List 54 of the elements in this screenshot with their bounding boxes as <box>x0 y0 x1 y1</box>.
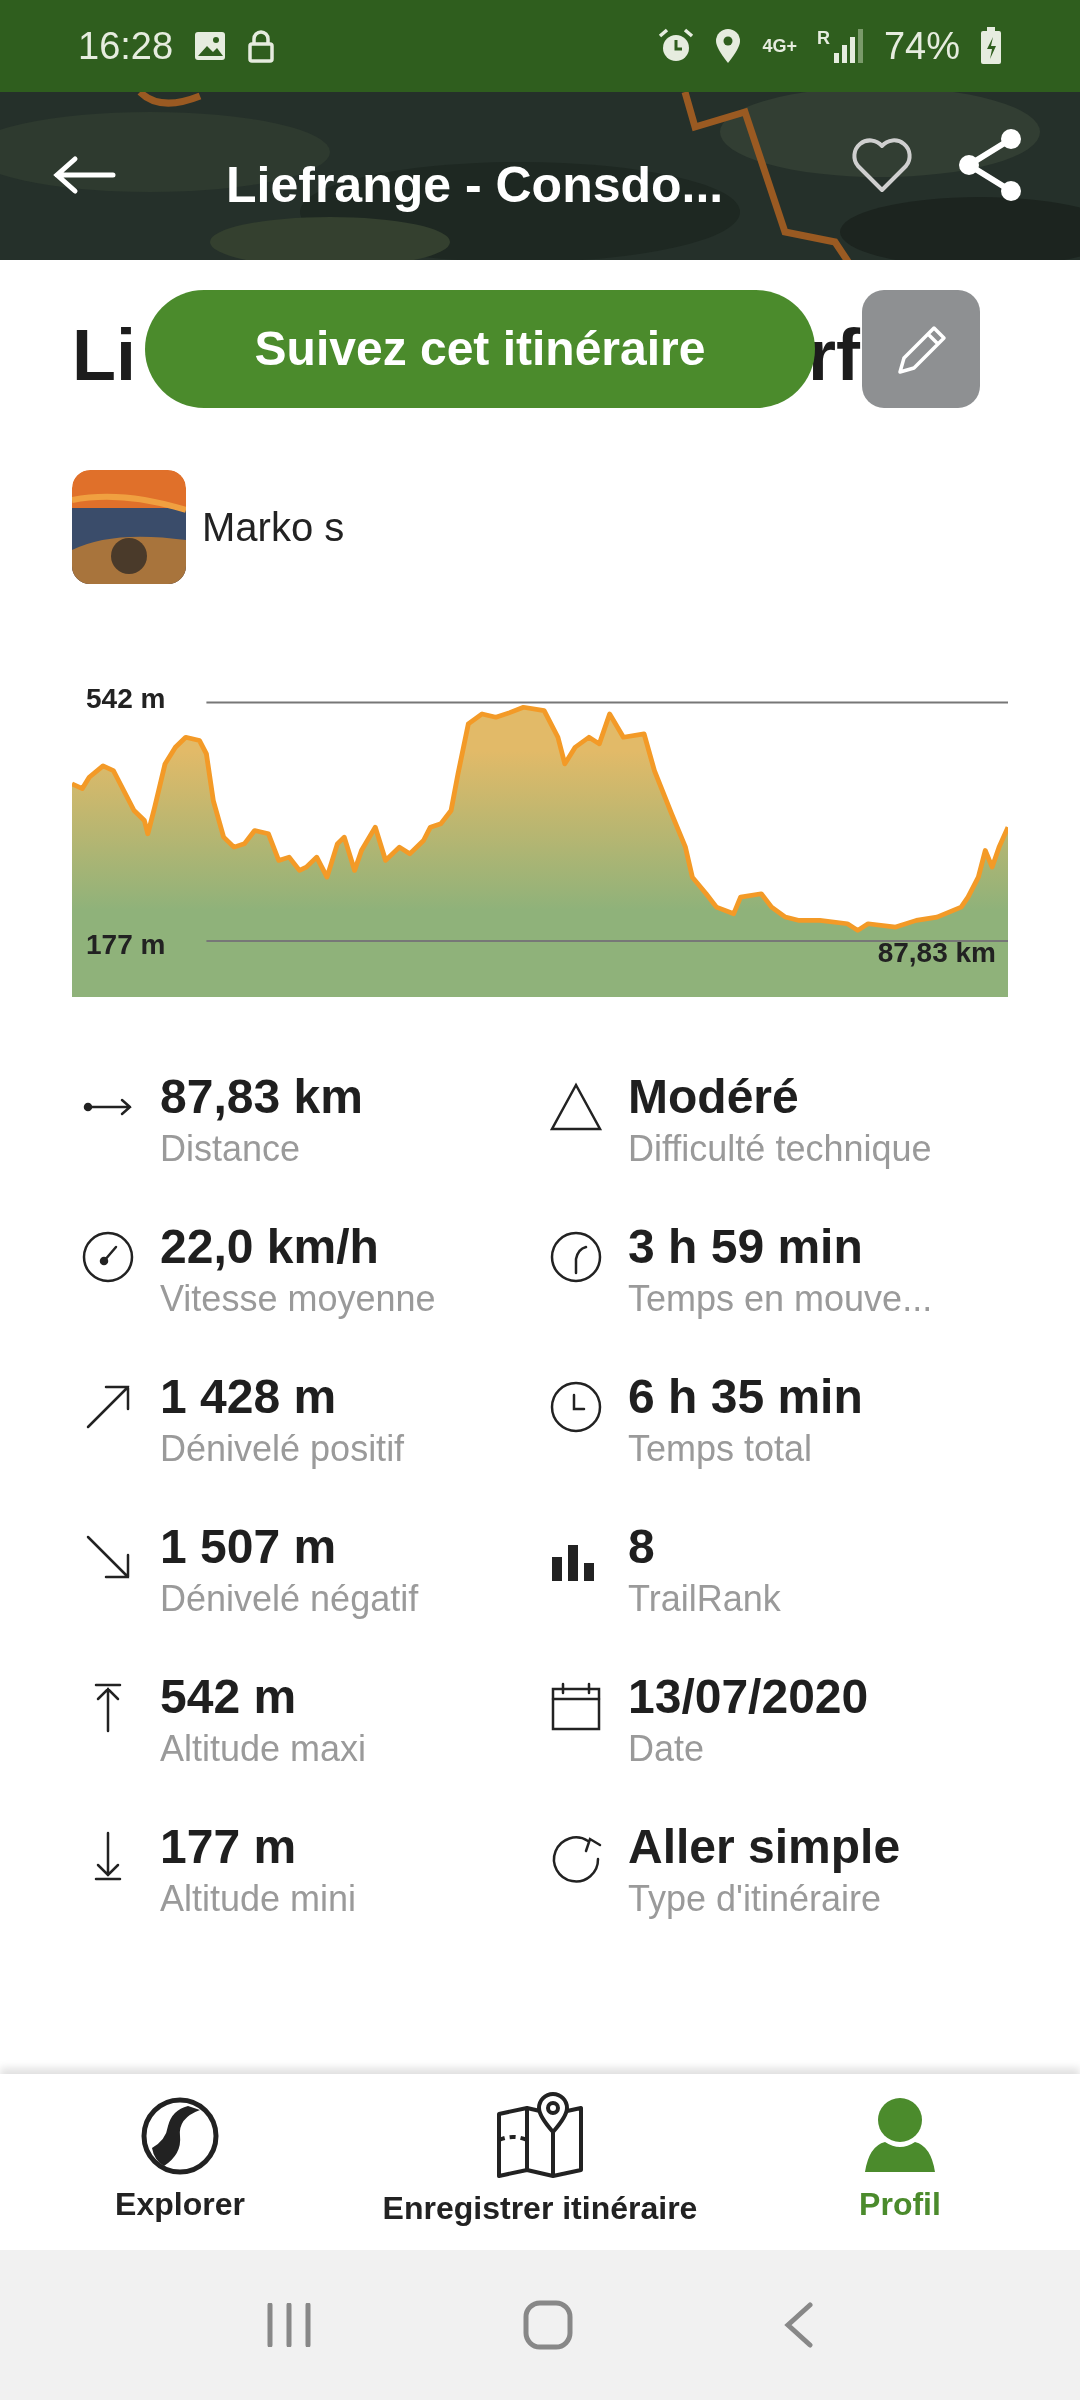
stat-value: 87,83 km <box>160 1069 363 1125</box>
window-title: Liefrange - Consdo... <box>226 155 724 215</box>
signal-icon <box>833 29 864 63</box>
stat-label: Altitude mini <box>160 1877 357 1921</box>
nav-tab[interactable]: Profil <box>720 2074 1080 2250</box>
roaming-indicator: R <box>816 29 830 47</box>
stat-value: 13/07/2020 <box>628 1669 869 1725</box>
route-title: Li <box>72 319 136 391</box>
stat-label: Type d'itinéraire <box>628 1877 882 1921</box>
nav-tab[interactable]: Enregistrer itinéraire <box>360 2074 720 2250</box>
stat-value: 3 h 59 min <box>628 1219 864 1275</box>
explore-logo-icon <box>140 2096 220 2176</box>
stat-value: 8 <box>628 1519 656 1575</box>
stat-label: Temps total <box>628 1427 814 1471</box>
edit-button[interactable] <box>862 290 980 408</box>
map-pin-icon <box>495 2092 585 2180</box>
battery-percent: 74% <box>883 23 960 69</box>
min-elevation-label: 177 m <box>86 928 166 962</box>
clock-time: 16:28 <box>78 23 174 69</box>
stat-label: Temps en mouve... <box>628 1277 933 1321</box>
speedometer-icon <box>80 1229 136 1285</box>
total-distance-label: 87,83 km <box>877 936 996 970</box>
stat-label: Altitude maxi <box>160 1727 367 1771</box>
stat-value: 1 428 m <box>160 1369 338 1425</box>
stat-label: Dénivelé négatif <box>160 1577 419 1621</box>
stat-value: 1 507 m <box>160 1519 338 1575</box>
stat-value: Aller simple <box>628 1819 901 1875</box>
heart-icon <box>851 136 913 194</box>
stat-label: Distance <box>160 1127 302 1171</box>
stat-value: 177 m <box>160 1819 298 1875</box>
stat-label: TrailRank <box>628 1577 781 1621</box>
stat-value: 22,0 km/h <box>160 1219 380 1275</box>
clock-icon <box>548 1379 604 1435</box>
stat-value: 542 m <box>160 1669 298 1725</box>
network-type: 4G+ <box>762 37 797 55</box>
battery-charging-icon <box>980 27 1002 65</box>
stat-label: Difficulté technique <box>628 1127 932 1171</box>
stat-value: 6 h 35 min <box>628 1369 863 1425</box>
author-name: Marko s <box>202 504 345 551</box>
home-icon[interactable] <box>523 2300 573 2350</box>
image-icon <box>193 30 228 62</box>
stat-label: Date <box>628 1727 706 1771</box>
recent-apps-icon[interactable] <box>265 2303 312 2347</box>
alarm-icon <box>658 28 695 64</box>
max-elevation-label: 542 m <box>86 682 166 716</box>
back-icon[interactable] <box>784 2302 815 2348</box>
stat-label: Dénivelé positif <box>160 1427 405 1471</box>
stat-label: Vitesse moyenne <box>160 1277 436 1321</box>
nav-tab[interactable]: Explorer <box>0 2074 360 2250</box>
speedometer-icon <box>548 1229 604 1285</box>
location-pin-icon <box>714 28 743 64</box>
lock-icon <box>247 29 276 63</box>
back-arrow-icon <box>53 155 117 195</box>
stat-value: Modéré <box>628 1069 800 1125</box>
